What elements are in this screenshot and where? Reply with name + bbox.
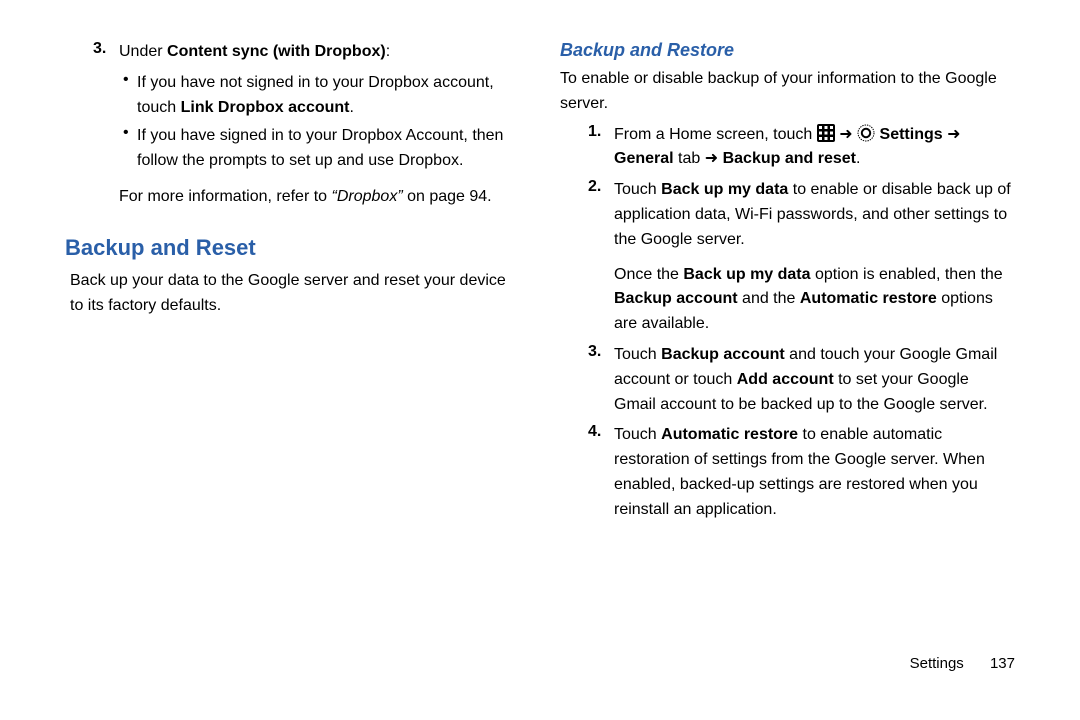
footer-page-number: 137 [990,655,1015,672]
bullet-2: • If you have signed in to your Dropbox … [65,124,520,174]
bold-text: Back up my data [683,266,810,283]
step-number: 1. [588,123,614,173]
intro-text: To enable or disable backup of your info… [560,67,1015,117]
text: on page 94. [403,188,492,205]
bold-text: Add account [737,371,834,388]
bullet-1: • If you have not signed in to your Drop… [65,71,520,121]
step-3r: 3. Touch Backup account and touch your G… [560,343,1015,417]
step-number: 3. [93,40,119,65]
text: . [350,99,354,116]
text: tab [674,150,705,167]
step-text: From a Home screen, touch ➜ Setti [614,123,1015,173]
settings-gear-icon [857,124,875,142]
text: For more information, refer to [119,188,332,205]
page-content: 3. Under Content sync (with Dropbox): • … [0,0,1080,655]
step-4: 4. Touch Automatic restore to enable aut… [560,423,1015,522]
bold-text: Content sync (with Dropbox) [167,43,386,60]
right-column: Backup and Restore To enable or disable … [540,40,1035,655]
bold-text: Back up my data [661,181,788,198]
step-1: 1. From a Home screen, touch ➜ [560,123,1015,173]
apps-grid-icon [817,124,835,142]
step-text: Touch Back up my data to enable or disab… [614,178,1015,337]
footer-section: Settings [910,655,964,672]
text: . [856,150,860,167]
arrow-text: ➜ [943,126,961,143]
bold-text: Backup and reset [723,150,856,167]
section-heading-backup-reset: Backup and Reset [65,235,520,261]
bullet-text: If you have signed in to your Dropbox Ac… [137,124,520,174]
text: Touch [614,426,661,443]
bold-text: Link Dropbox account [181,99,350,116]
left-column: 3. Under Content sync (with Dropbox): • … [45,40,540,655]
bold-text: Automatic restore [661,426,798,443]
bullet-marker: • [123,124,137,174]
bold-text: Automatic restore [800,290,937,307]
reference-line: For more information, refer to “Dropbox”… [65,184,520,210]
text: Once the [614,266,683,283]
text: Under [119,43,167,60]
step-text: Under Content sync (with Dropbox): [119,40,520,65]
step-number: 4. [588,423,614,522]
step-3: 3. Under Content sync (with Dropbox): [65,40,520,65]
text: From a Home screen, touch [614,126,817,143]
page-footer: Settings 137 [0,655,1080,672]
bold-text: Settings [880,126,943,143]
step-text: Touch Automatic restore to enable automa… [614,423,1015,522]
text: Touch [614,181,661,198]
arrow-text: ➜ [839,126,857,143]
step-number: 3. [588,343,614,417]
text: option is enabled, then the [811,266,1003,283]
arrow-text: ➜ [705,150,723,167]
italic-text: “Dropbox” [332,188,403,205]
text: and the [738,290,800,307]
bullet-marker: • [123,71,137,121]
step-number: 2. [588,178,614,337]
step-text: Touch Backup account and touch your Goog… [614,343,1015,417]
bold-text: Backup account [661,346,785,363]
step-2: 2. Touch Back up my data to enable or di… [560,178,1015,337]
text: : [386,43,390,60]
section-body: Back up your data to the Google server a… [65,269,520,319]
bold-text: Backup account [614,290,738,307]
text: Touch [614,346,661,363]
bullet-text: If you have not signed in to your Dropbo… [137,71,520,121]
subheading-backup-restore: Backup and Restore [560,40,1015,61]
bold-text: General [614,150,674,167]
